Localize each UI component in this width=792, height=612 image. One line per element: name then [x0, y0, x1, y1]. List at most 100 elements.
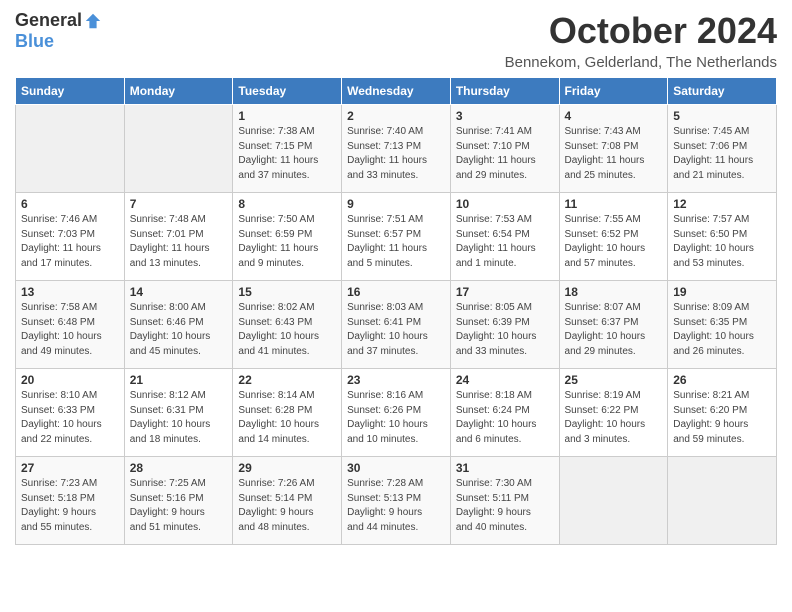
- calendar-cell: 4 Sunrise: 7:43 AM Sunset: 7:08 PM Daylig…: [559, 105, 668, 193]
- day-number: 13: [21, 285, 119, 299]
- calendar-cell: 31 Sunrise: 7:30 AM Sunset: 5:11 PM Dayli…: [450, 457, 559, 545]
- day-number: 21: [130, 373, 228, 387]
- weekday-header-wednesday: Wednesday: [342, 78, 451, 105]
- day-info: Sunrise: 7:48 AM Sunset: 7:01 PM Dayligh…: [130, 213, 228, 271]
- day-number: 17: [456, 285, 554, 299]
- day-info: Sunrise: 7:46 AM Sunset: 7:03 PM Dayligh…: [21, 213, 119, 271]
- day-info: Sunrise: 8:16 AM Sunset: 6:26 PM Dayligh…: [347, 389, 445, 447]
- day-info: Sunrise: 7:26 AM Sunset: 5:14 PM Dayligh…: [238, 477, 336, 535]
- calendar-cell: 7 Sunrise: 7:48 AM Sunset: 7:01 PM Daylig…: [124, 193, 233, 281]
- day-info: Sunrise: 7:41 AM Sunset: 7:10 PM Dayligh…: [456, 125, 554, 183]
- logo-general: General: [15, 10, 82, 31]
- day-number: 26: [673, 373, 771, 387]
- calendar-cell: 30 Sunrise: 7:28 AM Sunset: 5:13 PM Dayli…: [342, 457, 451, 545]
- day-info: Sunrise: 8:14 AM Sunset: 6:28 PM Dayligh…: [238, 389, 336, 447]
- week-row-1: 1 Sunrise: 7:38 AM Sunset: 7:15 PM Daylig…: [16, 105, 777, 193]
- weekday-header-thursday: Thursday: [450, 78, 559, 105]
- calendar-table: SundayMondayTuesdayWednesdayThursdayFrid…: [15, 77, 777, 545]
- header: General Blue October 2024 Bennekom, Geld…: [15, 10, 777, 71]
- title-block: October 2024 Bennekom, Gelderland, The N…: [505, 10, 777, 71]
- day-number: 23: [347, 373, 445, 387]
- calendar-cell: [559, 457, 668, 545]
- day-number: 4: [565, 109, 663, 123]
- calendar-cell: 8 Sunrise: 7:50 AM Sunset: 6:59 PM Daylig…: [233, 193, 342, 281]
- weekday-header-tuesday: Tuesday: [233, 78, 342, 105]
- week-row-4: 20Sunrise: 8:10 AM Sunset: 6:33 PM Dayli…: [16, 369, 777, 457]
- day-number: 22: [238, 373, 336, 387]
- calendar-cell: 1 Sunrise: 7:38 AM Sunset: 7:15 PM Daylig…: [233, 105, 342, 193]
- calendar-cell: 10 Sunrise: 7:53 AM Sunset: 6:54 PM Dayli…: [450, 193, 559, 281]
- calendar-cell: 27 Sunrise: 7:23 AM Sunset: 5:18 PM Dayli…: [16, 457, 125, 545]
- calendar-cell: 25Sunrise: 8:19 AM Sunset: 6:22 PM Dayli…: [559, 369, 668, 457]
- day-info: Sunrise: 7:57 AM Sunset: 6:50 PM Dayligh…: [673, 213, 771, 271]
- day-info: Sunrise: 7:30 AM Sunset: 5:11 PM Dayligh…: [456, 477, 554, 535]
- calendar-cell: 9Sunrise: 7:51 AM Sunset: 6:57 PM Daylig…: [342, 193, 451, 281]
- calendar-cell: [16, 105, 125, 193]
- day-number: 31: [456, 461, 554, 475]
- calendar-cell: 2Sunrise: 7:40 AM Sunset: 7:13 PM Daylig…: [342, 105, 451, 193]
- day-number: 15: [238, 285, 336, 299]
- day-info: Sunrise: 7:23 AM Sunset: 5:18 PM Dayligh…: [21, 477, 119, 535]
- week-row-2: 6 Sunrise: 7:46 AM Sunset: 7:03 PM Daylig…: [16, 193, 777, 281]
- day-number: 16: [347, 285, 445, 299]
- day-info: Sunrise: 7:28 AM Sunset: 5:13 PM Dayligh…: [347, 477, 445, 535]
- day-info: Sunrise: 8:18 AM Sunset: 6:24 PM Dayligh…: [456, 389, 554, 447]
- day-number: 3: [456, 109, 554, 123]
- day-info: Sunrise: 7:55 AM Sunset: 6:52 PM Dayligh…: [565, 213, 663, 271]
- weekday-header-saturday: Saturday: [668, 78, 777, 105]
- calendar-cell: [124, 105, 233, 193]
- day-info: Sunrise: 7:38 AM Sunset: 7:15 PM Dayligh…: [238, 125, 336, 183]
- day-info: Sunrise: 7:43 AM Sunset: 7:08 PM Dayligh…: [565, 125, 663, 183]
- calendar-cell: 15 Sunrise: 8:02 AM Sunset: 6:43 PM Dayli…: [233, 281, 342, 369]
- calendar-cell: 5 Sunrise: 7:45 AM Sunset: 7:06 PM Daylig…: [668, 105, 777, 193]
- day-info: Sunrise: 7:50 AM Sunset: 6:59 PM Dayligh…: [238, 213, 336, 271]
- day-number: 2: [347, 109, 445, 123]
- day-number: 5: [673, 109, 771, 123]
- weekday-header-monday: Monday: [124, 78, 233, 105]
- day-info: Sunrise: 8:09 AM Sunset: 6:35 PM Dayligh…: [673, 301, 771, 359]
- day-info: Sunrise: 7:53 AM Sunset: 6:54 PM Dayligh…: [456, 213, 554, 271]
- day-info: Sunrise: 8:05 AM Sunset: 6:39 PM Dayligh…: [456, 301, 554, 359]
- day-info: Sunrise: 8:12 AM Sunset: 6:31 PM Dayligh…: [130, 389, 228, 447]
- calendar-body: 1 Sunrise: 7:38 AM Sunset: 7:15 PM Daylig…: [16, 105, 777, 545]
- weekday-header-friday: Friday: [559, 78, 668, 105]
- day-number: 28: [130, 461, 228, 475]
- calendar-cell: 11Sunrise: 7:55 AM Sunset: 6:52 PM Dayli…: [559, 193, 668, 281]
- day-info: Sunrise: 8:07 AM Sunset: 6:37 PM Dayligh…: [565, 301, 663, 359]
- month-title: October 2024: [505, 10, 777, 52]
- calendar-cell: 14Sunrise: 8:00 AM Sunset: 6:46 PM Dayli…: [124, 281, 233, 369]
- day-info: Sunrise: 8:21 AM Sunset: 6:20 PM Dayligh…: [673, 389, 771, 447]
- page: General Blue October 2024 Bennekom, Geld…: [0, 0, 792, 555]
- day-number: 18: [565, 285, 663, 299]
- calendar-cell: 13 Sunrise: 7:58 AM Sunset: 6:48 PM Dayli…: [16, 281, 125, 369]
- day-info: Sunrise: 7:45 AM Sunset: 7:06 PM Dayligh…: [673, 125, 771, 183]
- calendar-cell: 19Sunrise: 8:09 AM Sunset: 6:35 PM Dayli…: [668, 281, 777, 369]
- day-number: 8: [238, 197, 336, 211]
- day-number: 20: [21, 373, 119, 387]
- day-number: 27: [21, 461, 119, 475]
- day-info: Sunrise: 8:02 AM Sunset: 6:43 PM Dayligh…: [238, 301, 336, 359]
- logo-icon: [84, 12, 102, 30]
- day-number: 7: [130, 197, 228, 211]
- day-info: Sunrise: 8:00 AM Sunset: 6:46 PM Dayligh…: [130, 301, 228, 359]
- logo-blue: Blue: [15, 31, 54, 52]
- week-row-3: 13 Sunrise: 7:58 AM Sunset: 6:48 PM Dayli…: [16, 281, 777, 369]
- day-number: 24: [456, 373, 554, 387]
- weekday-row: SundayMondayTuesdayWednesdayThursdayFrid…: [16, 78, 777, 105]
- calendar-cell: 12Sunrise: 7:57 AM Sunset: 6:50 PM Dayli…: [668, 193, 777, 281]
- day-number: 30: [347, 461, 445, 475]
- subtitle: Bennekom, Gelderland, The Netherlands: [505, 54, 777, 71]
- day-info: Sunrise: 7:25 AM Sunset: 5:16 PM Dayligh…: [130, 477, 228, 535]
- calendar-cell: 23 Sunrise: 8:16 AM Sunset: 6:26 PM Dayli…: [342, 369, 451, 457]
- day-info: Sunrise: 8:03 AM Sunset: 6:41 PM Dayligh…: [347, 301, 445, 359]
- calendar-cell: 24 Sunrise: 8:18 AM Sunset: 6:24 PM Dayli…: [450, 369, 559, 457]
- day-number: 10: [456, 197, 554, 211]
- day-info: Sunrise: 7:58 AM Sunset: 6:48 PM Dayligh…: [21, 301, 119, 359]
- day-number: 1: [238, 109, 336, 123]
- day-number: 29: [238, 461, 336, 475]
- day-number: 25: [565, 373, 663, 387]
- calendar-cell: 17 Sunrise: 8:05 AM Sunset: 6:39 PM Dayli…: [450, 281, 559, 369]
- calendar-cell: 20Sunrise: 8:10 AM Sunset: 6:33 PM Dayli…: [16, 369, 125, 457]
- calendar-cell: 22 Sunrise: 8:14 AM Sunset: 6:28 PM Dayli…: [233, 369, 342, 457]
- day-number: 6: [21, 197, 119, 211]
